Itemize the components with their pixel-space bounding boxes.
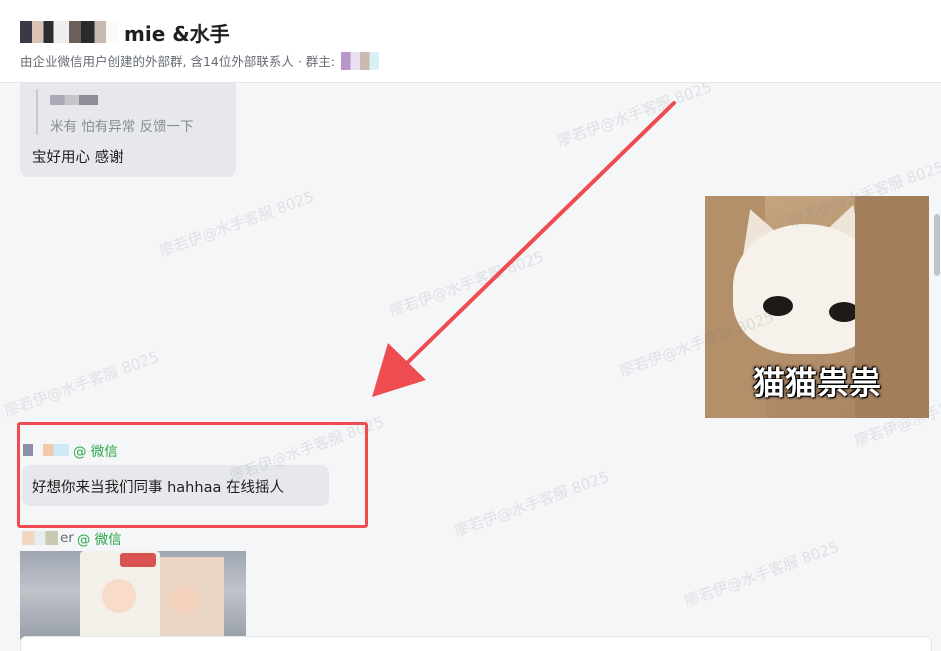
arrow-shaft xyxy=(403,101,676,367)
annotation-arrow xyxy=(372,101,676,397)
